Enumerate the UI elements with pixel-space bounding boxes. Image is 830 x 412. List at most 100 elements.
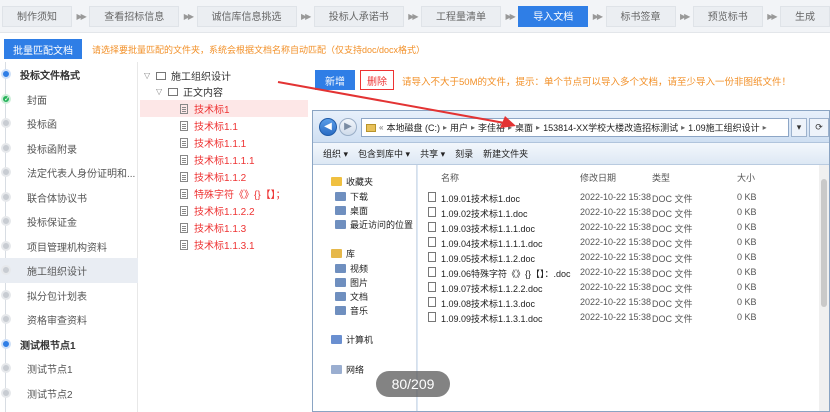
scroll-thumb[interactable]: [821, 179, 827, 307]
col-name[interactable]: 名称: [441, 171, 459, 184]
step-8[interactable]: 预览标书: [692, 5, 763, 27]
file-row[interactable]: 1.09.08技术标1.1.3.doc 2022-10-22 15:38 DOC 文…: [418, 296, 829, 309]
nav-group[interactable]: 网络: [331, 363, 364, 376]
tree-item[interactable]: 技术标1.1.2.2: [180, 202, 255, 219]
tree-item[interactable]: 技术标1.1.1.1: [180, 151, 255, 168]
file-row[interactable]: 1.09.02技术标1.1.doc 2022-10-22 15:38 DOC 文件 0…: [418, 206, 829, 219]
step-1[interactable]: 制作须知: [2, 5, 72, 27]
chevron-right-icon[interactable]: ▸: [536, 123, 540, 132]
nav-item[interactable]: 最近访问的位置: [335, 218, 413, 231]
step-7[interactable]: 标书签章: [605, 5, 676, 27]
outline-item[interactable]: 联合体协议书: [0, 185, 138, 210]
outline-item[interactable]: 投标函附录: [0, 136, 138, 161]
tree-root[interactable]: ▽ 施工组织设计: [144, 67, 231, 84]
file-size: 0 KB: [737, 252, 757, 262]
file-row[interactable]: 1.09.01技术标1.doc 2022-10-22 15:38 DOC 文件 0 K…: [418, 191, 829, 204]
nav-item[interactable]: 桌面: [335, 204, 368, 217]
address-path[interactable]: «本地磁盘 (C:) ▸ 用户 ▸ 李佳裕 ▸ 桌面 ▸ 153814-XX学校大楼改造招标测试…: [361, 118, 789, 137]
nav-item[interactable]: 图片: [335, 276, 368, 289]
outline-item[interactable]: 封面: [0, 87, 138, 112]
step-2[interactable]: 查看招标信息: [89, 5, 180, 27]
file-type: DOC 文件: [652, 239, 693, 249]
tree-item[interactable]: 技术标1.1.3.1: [180, 236, 255, 253]
chevron-right-icon[interactable]: ▸: [763, 123, 767, 132]
folder-icon: [335, 306, 346, 315]
nav-group[interactable]: 计算机: [331, 333, 373, 346]
outline-item[interactable]: 测试节点2: [0, 381, 138, 406]
outline-item[interactable]: 法定代表人身份证明和...: [0, 160, 138, 185]
col-size[interactable]: 大小: [737, 171, 755, 184]
tree-item[interactable]: 特殊字符《》{}【】；: [180, 185, 286, 202]
nav-group[interactable]: 库: [331, 247, 355, 260]
chevron-right-icon[interactable]: ▸: [443, 123, 447, 132]
file-row[interactable]: 1.09.07技术标1.1.2.2.doc 2022-10-22 15:38 DOC…: [418, 281, 829, 294]
step-5[interactable]: 工程量清单: [421, 5, 501, 27]
col-date[interactable]: 修改日期: [580, 171, 616, 184]
outline-item-label: 联合体协议书: [27, 193, 87, 205]
refresh-icon[interactable]: ⟳: [809, 118, 829, 137]
outline-item[interactable]: 投标文件格式: [0, 62, 138, 87]
tree-item[interactable]: 技术标1.1.3: [180, 219, 246, 236]
step-separator-icon: ▶▶: [300, 11, 311, 21]
chevron-right-icon[interactable]: ▸: [471, 123, 475, 132]
step-4[interactable]: 投标人承诺书: [313, 5, 404, 27]
nav-item-label: 图片: [350, 278, 369, 288]
file-row[interactable]: 1.09.05技术标1.1.2.doc 2022-10-22 15:38 DOC 文…: [418, 251, 829, 264]
step-3[interactable]: 诚信库信息挑选: [196, 5, 297, 27]
nav-item[interactable]: 下载: [335, 190, 368, 203]
tree-item[interactable]: 技术标1: [140, 100, 308, 117]
dropdown-icon[interactable]: ▾: [791, 118, 807, 137]
tree-item[interactable]: 技术标1.1.1: [180, 134, 246, 151]
nav-item[interactable]: 文档: [335, 290, 368, 303]
tree-item[interactable]: 技术标1.1.2: [180, 168, 246, 185]
vertical-scrollbar[interactable]: [819, 165, 829, 411]
file-row[interactable]: 1.09.09技术标1.1.3.1.doc 2022-10-22 15:38 DOC…: [418, 311, 829, 324]
tree-item[interactable]: 技术标1.1: [180, 117, 238, 134]
col-type[interactable]: 类型: [652, 171, 670, 184]
document-icon: [180, 154, 188, 165]
command-1[interactable]: 组织 ▾: [323, 147, 348, 160]
outline-item[interactable]: 投标保证金: [0, 209, 138, 234]
new-button[interactable]: 新增: [315, 70, 355, 90]
chevron-right-icon[interactable]: ▸: [681, 123, 685, 132]
nav-item[interactable]: 视频: [335, 262, 368, 275]
outline-item[interactable]: 项目管理机构资料: [0, 234, 138, 259]
step-separator-icon: ▶▶: [505, 11, 515, 21]
breadcrumb-item[interactable]: 桌面: [515, 121, 533, 134]
breadcrumb-item[interactable]: 用户: [450, 121, 468, 134]
outline-item[interactable]: 测试节点1: [0, 356, 138, 381]
collapse-icon[interactable]: ▽: [144, 71, 154, 80]
outline-item-label: 投标函附录: [27, 144, 77, 156]
outline-item[interactable]: 资格审查资料: [0, 307, 138, 332]
back-arrow-icon[interactable]: ◀: [319, 118, 337, 136]
breadcrumb-item[interactable]: 1.09施工组织设计: [688, 121, 760, 134]
breadcrumb-item[interactable]: 本地磁盘 (C:): [386, 121, 440, 134]
command-3[interactable]: 共享 ▾: [420, 147, 445, 160]
breadcrumb-item[interactable]: 153814-XX学校大楼改造招标测试: [543, 121, 678, 134]
step-6[interactable]: 导入文档: [518, 5, 589, 27]
delete-button[interactable]: 删除: [360, 70, 394, 90]
command-4[interactable]: 刻录: [455, 147, 473, 160]
chevron-right-icon[interactable]: ▸: [508, 123, 512, 132]
file-type: DOC 文件: [652, 299, 693, 309]
outline-item[interactable]: 施工组织设计: [0, 258, 138, 283]
forward-arrow-icon[interactable]: ▶: [339, 118, 357, 136]
outline-item[interactable]: 投标函: [0, 111, 138, 136]
batch-match-button[interactable]: 批量匹配文档: [4, 39, 82, 59]
breadcrumb-item[interactable]: 李佳裕: [478, 121, 505, 134]
outline-item[interactable]: 拟分包计划表: [0, 283, 138, 308]
nav-group[interactable]: 收藏夹: [331, 175, 373, 188]
step-9[interactable]: 生成: [780, 5, 830, 27]
command-2[interactable]: 包含到库中 ▾: [358, 147, 410, 160]
nav-item[interactable]: 音乐: [335, 304, 368, 317]
command-5[interactable]: 新建文件夹: [483, 147, 528, 160]
file-row[interactable]: 1.09.06特殊字符《》{}【】：.doc 2022-10-22 15:38 DO…: [418, 266, 829, 279]
tree-item-label: 技术标1.1.3: [194, 224, 247, 235]
file-row[interactable]: 1.09.04技术标1.1.1.1.doc 2022-10-22 15:38 DOC…: [418, 236, 829, 249]
breadcrumb-overflow-icon[interactable]: «: [379, 123, 383, 132]
collapse-icon[interactable]: ▽: [156, 87, 166, 96]
tree-group[interactable]: ▽ 正文内容: [156, 83, 223, 100]
file-row[interactable]: 1.09.03技术标1.1.1.doc 2022-10-22 15:38 DOC 文…: [418, 221, 829, 234]
outline-item[interactable]: 测试根节点1: [0, 332, 138, 357]
star-icon: [331, 177, 342, 186]
